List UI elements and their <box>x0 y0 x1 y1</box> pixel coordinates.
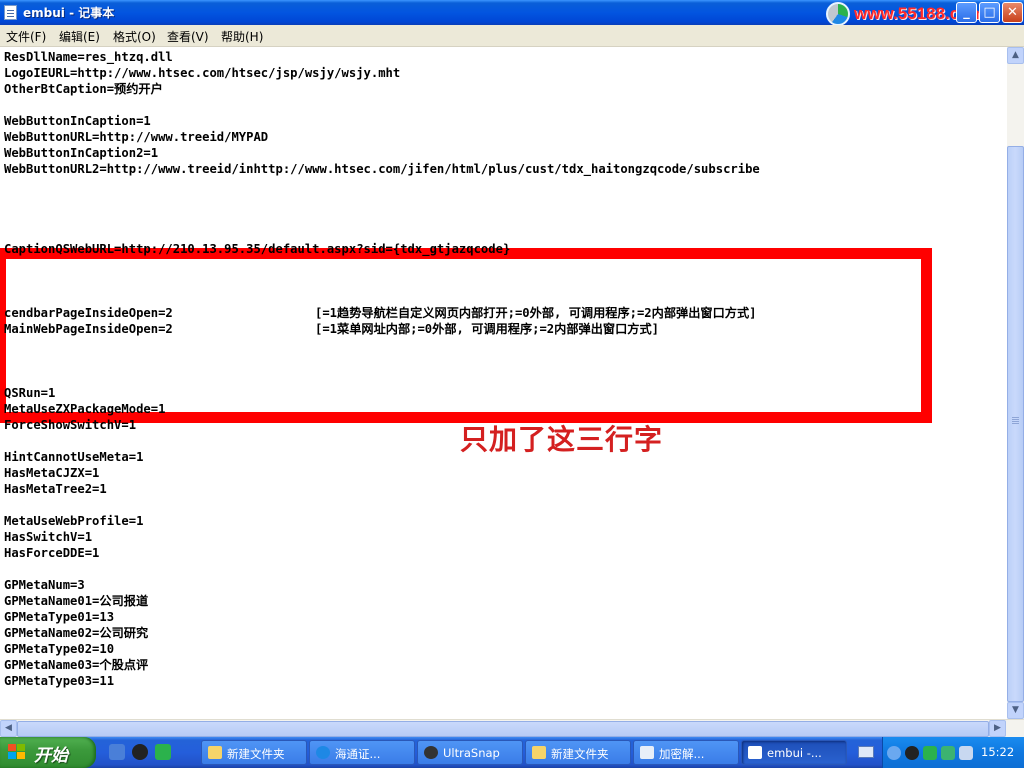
task-folder-1[interactable]: 新建文件夹 <box>201 740 307 765</box>
scroll-up-button[interactable]: ▲ <box>1007 47 1024 64</box>
task-notepad[interactable]: embui -... <box>741 740 847 765</box>
system-tray: 15:22 <box>882 737 1024 768</box>
start-button[interactable]: 开始 <box>0 737 96 768</box>
title-bar[interactable]: embui - 记事本 www.55188.com _ □ ✕ <box>0 0 1024 26</box>
scroll-down-button[interactable]: ▼ <box>1007 702 1024 719</box>
text-line: GPMetaType02=10 <box>4 642 115 656</box>
text-line: GPMetaType03=11 <box>4 674 115 688</box>
taskbar: 开始 新建文件夹 海通证... UltraSnap 新建文件夹 加密解... e… <box>0 737 1024 768</box>
task-label: UltraSnap <box>443 746 500 760</box>
text-line: MainWebPageInsideOpen=2 <box>4 322 173 336</box>
quicklaunch-ie-icon[interactable] <box>109 744 125 760</box>
text-line: GPMetaType01=13 <box>4 610 115 624</box>
annotation-text: 只加了这三行字 <box>460 423 664 456</box>
text-line: HasMetaCJZX=1 <box>4 466 100 480</box>
tray-app-icon[interactable] <box>923 746 937 760</box>
quicklaunch-qq-icon[interactable] <box>132 744 148 760</box>
close-button[interactable]: ✕ <box>1002 2 1023 23</box>
task-label: 新建文件夹 <box>551 747 609 761</box>
text-line: LogoIEURL=http://www.htsec.com/htsec/jsp… <box>4 66 401 80</box>
notepad-icon[interactable] <box>4 5 17 20</box>
menu-bar: 文件(F) 编辑(E) 格式(O) 查看(V) 帮助(H) <box>0 25 1024 47</box>
text-line: ResDllName=res_htzq.dll <box>4 50 173 64</box>
tray-arrow-icon[interactable] <box>887 746 901 760</box>
vertical-scrollbar[interactable]: ▲ ▼ <box>1007 47 1024 719</box>
text-line: WebButtonURL2=http://www.treeid/inhttp:/… <box>4 162 760 176</box>
tray-pen-icon[interactable] <box>959 746 973 760</box>
menu-edit[interactable]: 编辑(E) <box>59 28 100 45</box>
vertical-scroll-thumb[interactable] <box>1007 146 1024 702</box>
folder-icon <box>208 746 222 759</box>
text-line: CaptionQSWebURL=http://210.13.95.35/defa… <box>4 242 511 256</box>
text-line: WebButtonURL=http://www.treeid/MYPAD <box>4 130 269 144</box>
text-line: HasSwitchV=1 <box>4 530 93 544</box>
text-editor[interactable]: 只加了这三行字 ResDllName=res_htzq.dll LogoIEURL… <box>0 47 1007 719</box>
horizontal-scroll-thumb[interactable] <box>17 721 989 737</box>
text-line-comment: [=1趋势导航栏自定义网页内部打开;=0外部, 可调用程序;=2内部弹出窗口方式… <box>315 306 757 320</box>
text-line: WebButtonInCaption2=1 <box>4 146 159 160</box>
task-label: 加密解... <box>659 747 705 761</box>
horizontal-scrollbar[interactable]: ◀ ▶ <box>0 719 1024 738</box>
text-line: GPMetaNum=3 <box>4 578 85 592</box>
start-label: 开始 <box>34 746 68 766</box>
menu-help[interactable]: 帮助(H) <box>221 28 263 45</box>
task-label: 海通证... <box>335 747 381 761</box>
task-haitong[interactable]: 海通证... <box>309 740 415 765</box>
text-line: HasForceDDE=1 <box>4 546 100 560</box>
text-line-comment: [=1菜单网址内部;=0外部, 可调用程序;=2内部弹出窗口方式] <box>315 322 659 336</box>
minimize-button[interactable]: _ <box>956 2 977 23</box>
maximize-icon: □ <box>983 5 996 20</box>
text-line: ForceShowSwitchV=1 <box>4 418 137 432</box>
grip-icon <box>1012 417 1019 418</box>
menu-file[interactable]: 文件(F) <box>6 28 46 45</box>
globe-icon <box>316 746 330 759</box>
keyboard-icon[interactable] <box>858 746 874 758</box>
text-line: QSRun=1 <box>4 386 56 400</box>
maximize-button[interactable]: □ <box>979 2 1000 23</box>
text-line: cendbarPageInsideOpen=2 <box>4 306 173 320</box>
minimize-icon: _ <box>963 5 970 20</box>
text-line: MetaUseWebProfile=1 <box>4 514 144 528</box>
window-title: embui - 记事本 <box>23 6 115 20</box>
text-line: MetaUseZXPackageMode=1 <box>4 402 166 416</box>
text-line: HasMetaTree2=1 <box>4 482 107 496</box>
watermark-logo-icon <box>826 2 850 26</box>
close-icon: ✕ <box>1007 5 1018 20</box>
qq-icon[interactable] <box>905 746 919 760</box>
quicklaunch-app-icon[interactable] <box>155 744 171 760</box>
text-line: WebButtonInCaption=1 <box>4 114 151 128</box>
task-folder-2[interactable]: 新建文件夹 <box>525 740 631 765</box>
camera-icon <box>424 746 438 759</box>
clock: 15:22 <box>981 745 1015 759</box>
scroll-right-button[interactable]: ▶ <box>989 720 1006 737</box>
task-label: 新建文件夹 <box>227 747 285 761</box>
text-line: GPMetaName03=个股点评 <box>4 658 149 672</box>
text-line: GPMetaName02=公司研究 <box>4 626 149 640</box>
menu-format[interactable]: 格式(O) <box>113 28 156 45</box>
scroll-left-button[interactable]: ◀ <box>0 720 17 737</box>
folder-icon <box>532 746 546 759</box>
task-decrypt[interactable]: 加密解... <box>633 740 739 765</box>
menu-view[interactable]: 查看(V) <box>167 28 209 45</box>
windows-flag-icon <box>8 744 26 761</box>
window-icon <box>640 746 654 759</box>
text-line: OtherBtCaption=预约开户 <box>4 82 163 96</box>
text-line: GPMetaName01=公司报道 <box>4 594 149 608</box>
text-line: HintCannotUseMeta=1 <box>4 450 144 464</box>
task-ultrasnap[interactable]: UltraSnap <box>417 740 523 765</box>
tray-security-icon[interactable] <box>941 746 955 760</box>
notepad-icon <box>748 746 762 759</box>
task-label: embui -... <box>767 746 822 760</box>
